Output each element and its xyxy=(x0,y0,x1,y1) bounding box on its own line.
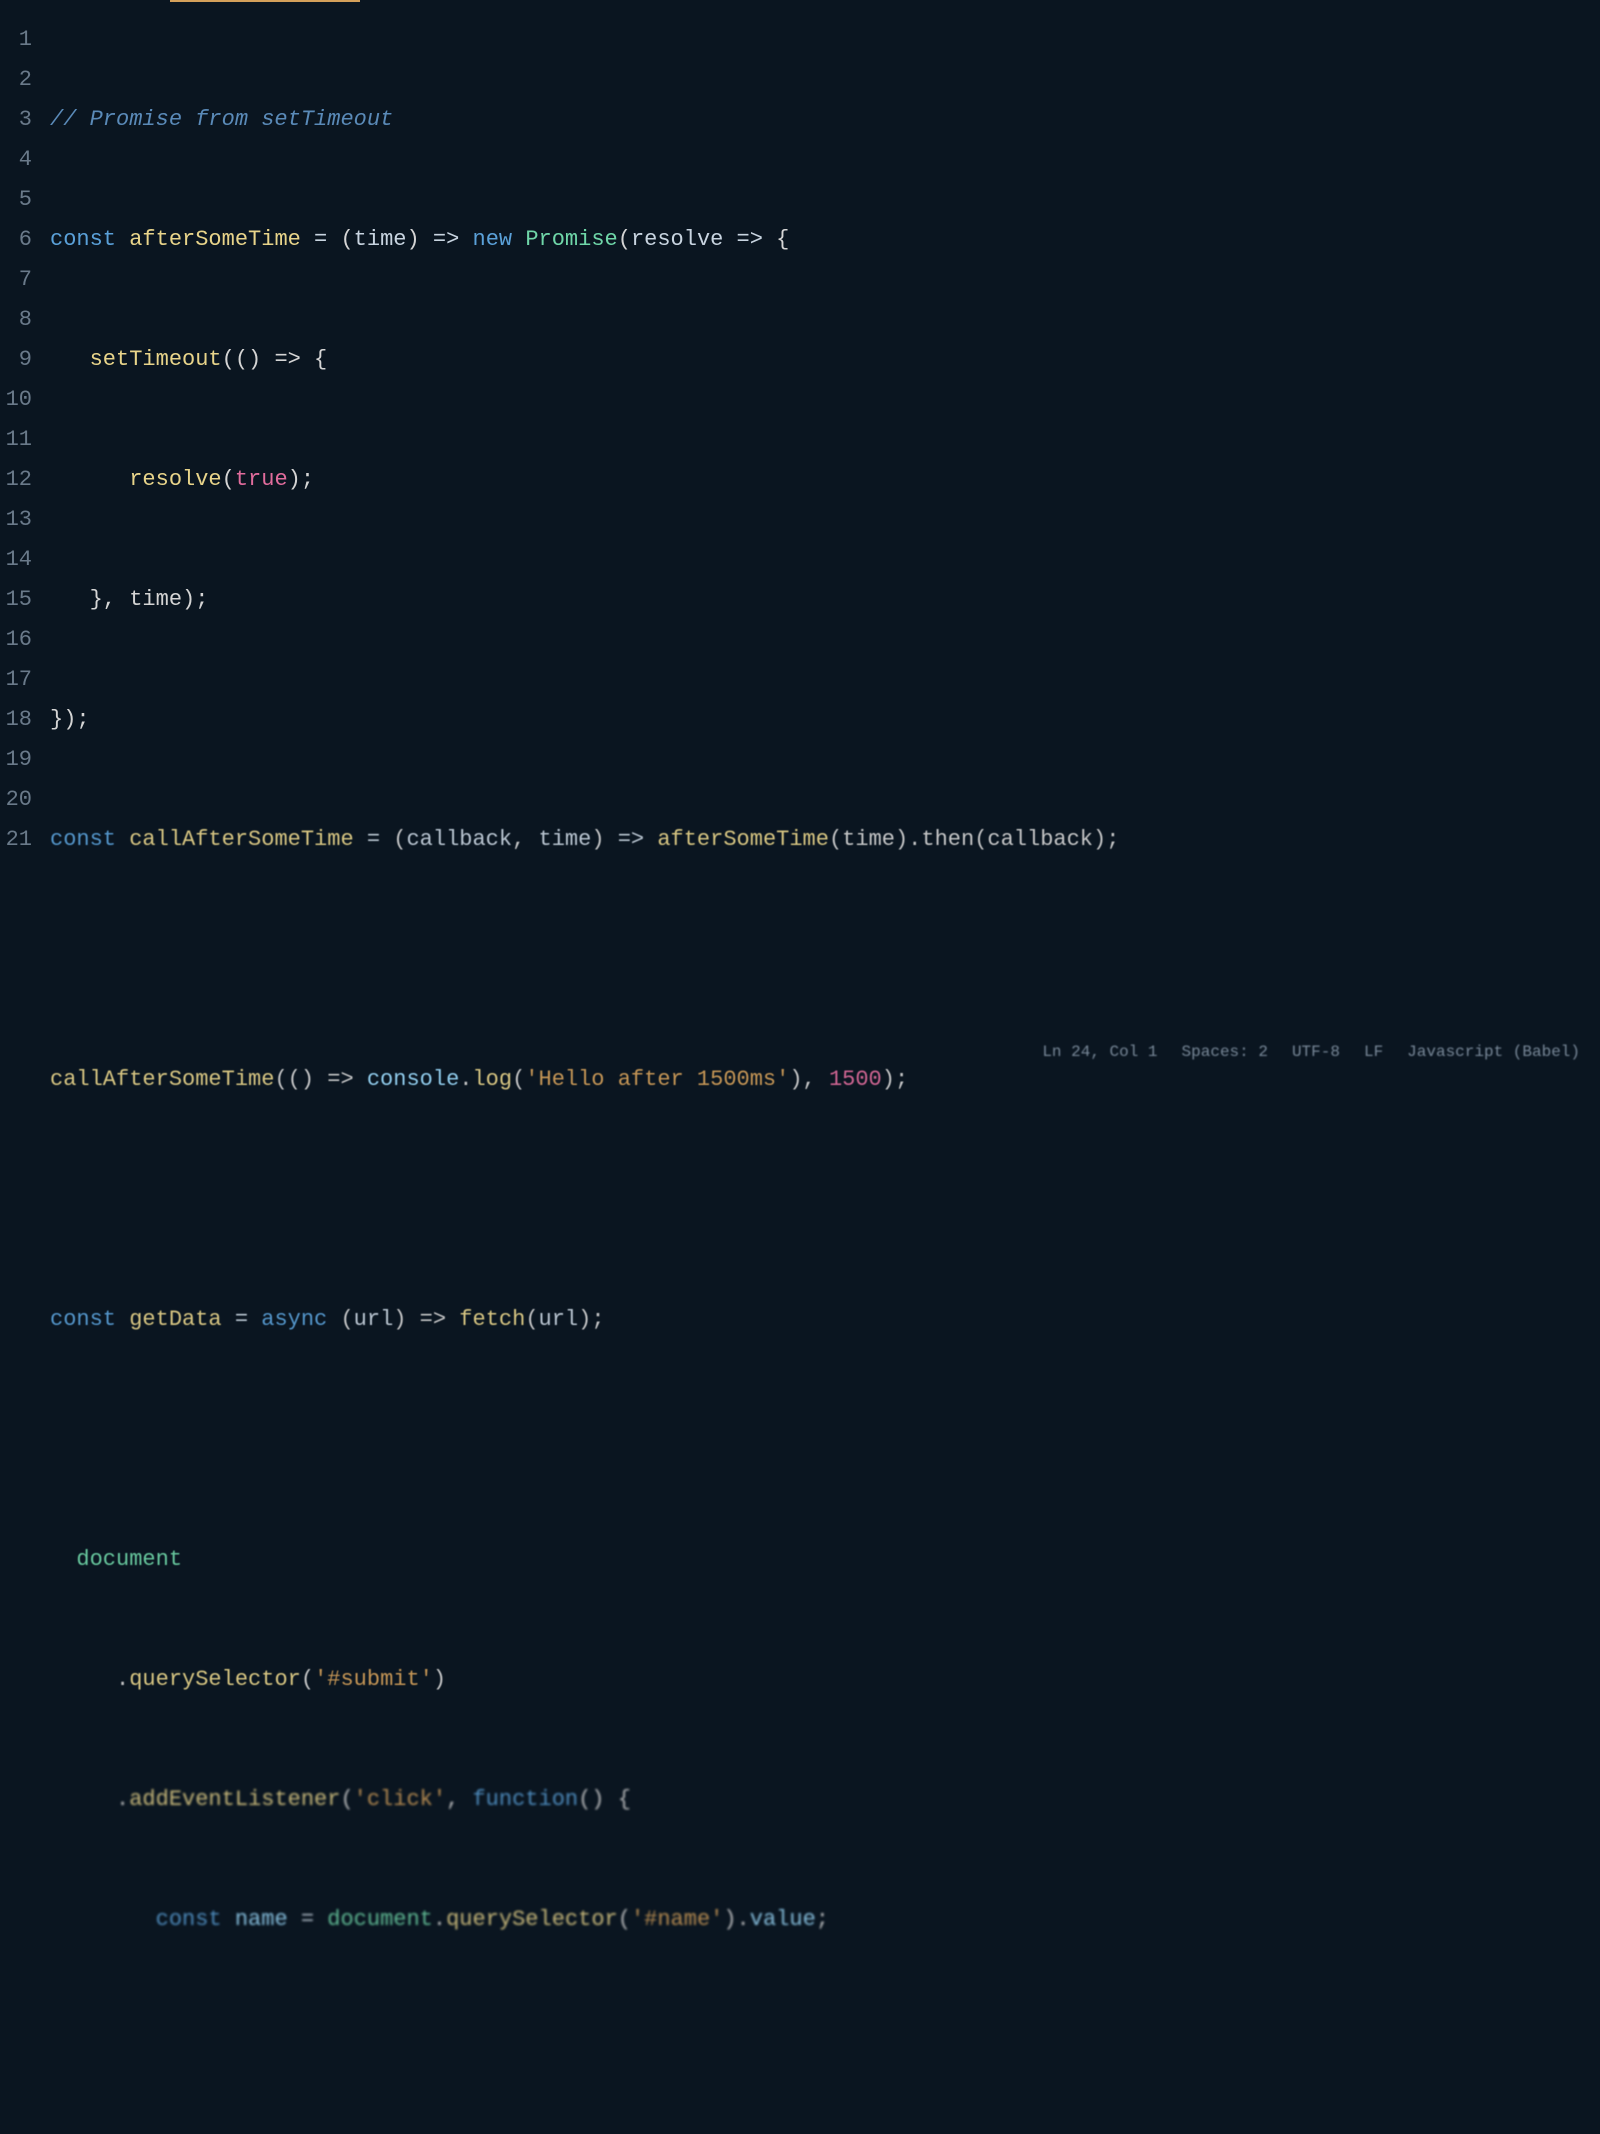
line-number: 10 xyxy=(0,380,32,420)
code-editor[interactable]: 1 2 3 4 5 6 7 8 9 10 11 12 13 14 15 16 1… xyxy=(0,0,1600,1067)
status-encoding[interactable]: UTF-8 xyxy=(1292,1043,1340,1061)
line-number: 18 xyxy=(0,700,32,740)
line-number: 12 xyxy=(0,460,32,500)
code-line[interactable]: resolve(true); xyxy=(50,460,1600,500)
line-number: 5 xyxy=(0,180,32,220)
line-number: 3 xyxy=(0,100,32,140)
line-number: 9 xyxy=(0,340,32,380)
line-gutter: 1 2 3 4 5 6 7 8 9 10 11 12 13 14 15 16 1… xyxy=(0,20,50,1067)
line-number: 2 xyxy=(0,60,32,100)
line-number: 15 xyxy=(0,580,32,620)
code-line[interactable]: document xyxy=(50,1540,1600,1580)
status-cursor[interactable]: Ln 24, Col 1 xyxy=(1042,1043,1157,1061)
code-line[interactable] xyxy=(50,2020,1600,2060)
code-line[interactable]: const callAfterSomeTime = (callback, tim… xyxy=(50,820,1600,860)
line-number: 16 xyxy=(0,620,32,660)
code-line[interactable] xyxy=(50,940,1600,980)
code-line[interactable]: // Promise from setTimeout xyxy=(50,100,1600,140)
line-number: 11 xyxy=(0,420,32,460)
code-line[interactable]: const afterSomeTime = (time) => new Prom… xyxy=(50,220,1600,260)
code-area[interactable]: // Promise from setTimeout const afterSo… xyxy=(50,20,1600,1067)
code-line[interactable]: const name = document.querySelector('#na… xyxy=(50,1900,1600,1940)
status-spaces[interactable]: Spaces: 2 xyxy=(1182,1043,1268,1061)
line-number: 20 xyxy=(0,780,32,820)
code-line[interactable]: .querySelector('#submit') xyxy=(50,1660,1600,1700)
code-line[interactable] xyxy=(50,1180,1600,1220)
line-number: 19 xyxy=(0,740,32,780)
line-number: 6 xyxy=(0,220,32,260)
line-number: 4 xyxy=(0,140,32,180)
active-tab-underline xyxy=(170,0,360,2)
code-line[interactable]: setTimeout(() => { xyxy=(50,340,1600,380)
line-number: 13 xyxy=(0,500,32,540)
line-number: 14 xyxy=(0,540,32,580)
code-line[interactable]: }, time); xyxy=(50,580,1600,620)
line-number: 7 xyxy=(0,260,32,300)
status-eol[interactable]: LF xyxy=(1364,1043,1383,1061)
code-line[interactable] xyxy=(50,1420,1600,1460)
line-number: 17 xyxy=(0,660,32,700)
status-bar: Ln 24, Col 1 Spaces: 2 UTF-8 LF Javascri… xyxy=(600,1037,1580,1067)
code-line[interactable]: .addEventListener('click', function() { xyxy=(50,1780,1600,1820)
code-line[interactable]: const getData = async (url) => fetch(url… xyxy=(50,1300,1600,1340)
code-line[interactable]: }); xyxy=(50,700,1600,740)
line-number: 8 xyxy=(0,300,32,340)
line-number: 21 xyxy=(0,820,32,860)
status-language[interactable]: Javascript (Babel) xyxy=(1407,1043,1580,1061)
line-number: 1 xyxy=(0,20,32,60)
